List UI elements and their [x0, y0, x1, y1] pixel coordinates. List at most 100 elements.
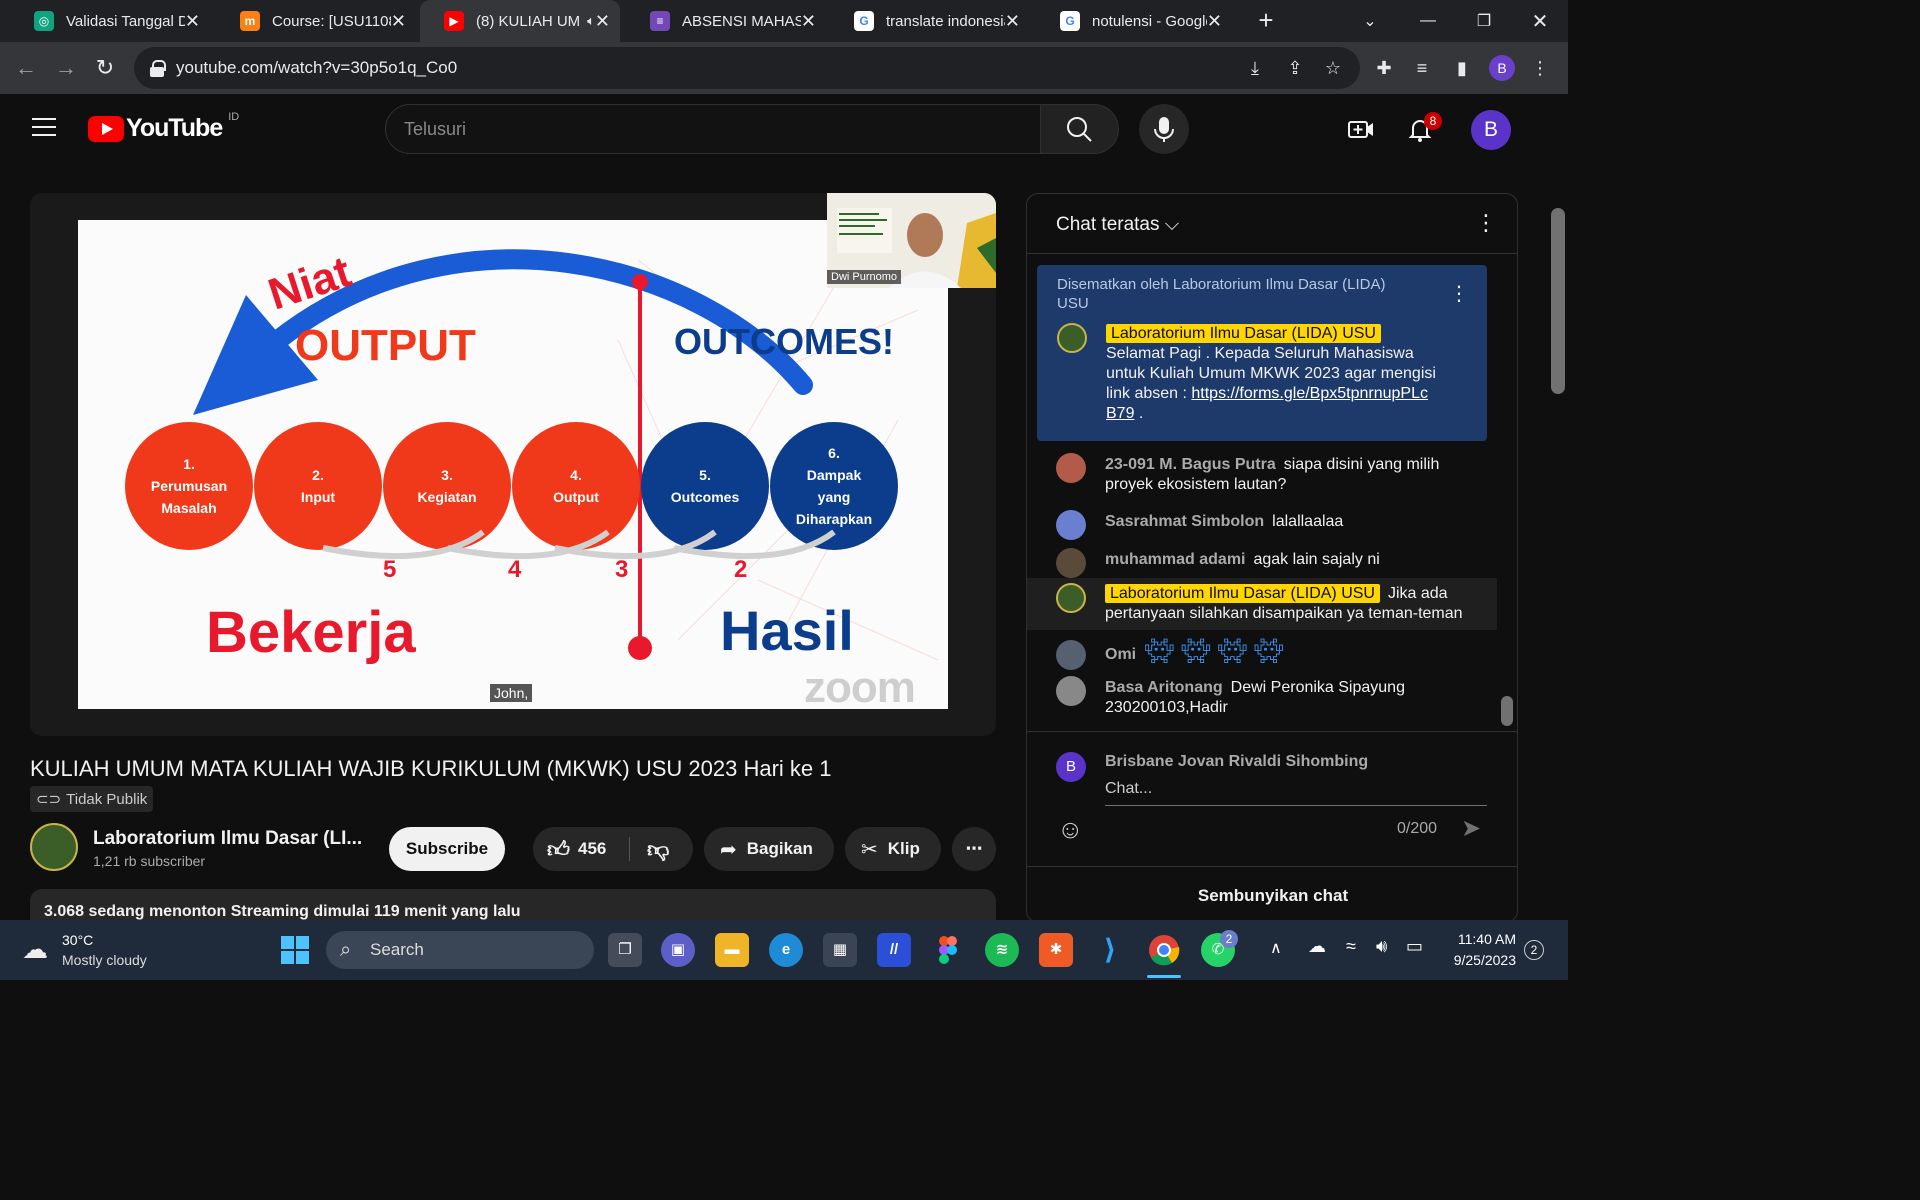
restore-button[interactable]: ❐: [1456, 0, 1512, 42]
chat-author-avatar[interactable]: [1056, 548, 1086, 578]
tab-close-icon[interactable]: ✕: [1207, 11, 1222, 32]
weather-desc[interactable]: Mostly cloudy: [62, 952, 147, 968]
clock-time[interactable]: 11:40 AM: [1446, 931, 1516, 947]
tab-close-icon[interactable]: ✕: [1005, 11, 1020, 32]
more-actions-icon[interactable]: ⋯: [952, 827, 996, 871]
vscode-icon[interactable]: ⟩: [1093, 933, 1127, 967]
like-icon[interactable]: 👍︎: [547, 836, 570, 863]
like-count[interactable]: 456: [578, 839, 606, 859]
chat-message[interactable]: Laboratorium Ilmu Dasar (LIDA) USU Jika a…: [1027, 578, 1497, 630]
forward-icon[interactable]: →: [54, 56, 78, 80]
minimize-button[interactable]: —: [1400, 0, 1456, 42]
extensions-icon[interactable]: ✚: [1372, 56, 1396, 80]
chat-message[interactable]: Sasrahmat Simbolon lalallaalaa: [1027, 510, 1497, 542]
install-icon[interactable]: ⤓: [1244, 57, 1266, 79]
teams-chat-icon[interactable]: ▣: [661, 933, 695, 967]
weather-cloud-icon[interactable]: ☁: [22, 934, 48, 965]
chat-author-avatar[interactable]: [1056, 510, 1086, 540]
chat-menu-icon[interactable]: ⋮: [1475, 210, 1497, 236]
voice-search-button[interactable]: [1139, 104, 1189, 154]
postman-like-icon[interactable]: ✱: [1039, 933, 1073, 967]
task-view-icon[interactable]: ❐: [608, 933, 642, 967]
chat-author-avatar[interactable]: [1056, 583, 1086, 613]
chat-author-avatar[interactable]: [1056, 676, 1086, 706]
chat-author[interactable]: Laboratorium Ilmu Dasar (LIDA) USU: [1105, 584, 1380, 603]
search-button[interactable]: [1041, 104, 1119, 154]
share-icon[interactable]: ⇪: [1284, 57, 1306, 79]
tray-chevron-icon[interactable]: ∧: [1270, 938, 1282, 958]
browser-tab[interactable]: ≡ ABSENSI MAHASIS✕: [626, 0, 826, 42]
chat-message[interactable]: 23-091 M. Bagus Putra siapa disini yang m…: [1027, 453, 1497, 505]
chrome-icon[interactable]: [1147, 933, 1181, 967]
code-app-icon[interactable]: //: [877, 933, 911, 967]
clock-date[interactable]: 9/25/2023: [1436, 952, 1516, 968]
chat-author[interactable]: 23-091 M. Bagus Putra: [1105, 456, 1276, 473]
pinned-menu-icon[interactable]: ⋮: [1449, 281, 1469, 306]
browser-tab[interactable]: ◎ Validasi Tanggal Da ✕: [10, 0, 210, 42]
chat-author-avatar[interactable]: [1056, 640, 1086, 670]
close-window-button[interactable]: ✕: [1512, 0, 1568, 42]
browser-tab[interactable]: Gnotulensi - Google ✕: [1036, 0, 1232, 42]
wifi-icon[interactable]: ≈: [1346, 936, 1356, 957]
chat-input[interactable]: Chat...: [1105, 780, 1487, 806]
send-icon[interactable]: ➤: [1461, 814, 1481, 843]
tab-close-icon[interactable]: ✕: [185, 11, 200, 32]
chat-message[interactable]: Basa Aritonang Dewi Peronika Sipayung 230…: [1027, 676, 1497, 724]
search-input[interactable]: Telusuri: [385, 104, 1041, 154]
tab-audio-icon[interactable]: 🔈︎: [587, 13, 595, 29]
edge-icon[interactable]: e: [769, 933, 803, 967]
taskbar-search[interactable]: ⌕ Search: [326, 931, 594, 969]
chat-mode-dropdown[interactable]: Chat teratas ⌵: [1056, 214, 1179, 236]
notification-center-badge[interactable]: 2: [1524, 940, 1544, 960]
page-scrollbar-thumb[interactable]: [1551, 208, 1565, 394]
side-panel-icon[interactable]: ▮: [1450, 56, 1474, 80]
volume-icon[interactable]: 🔊︎: [1376, 936, 1387, 957]
chat-author[interactable]: Omi: [1105, 646, 1136, 663]
store-icon[interactable]: ▦: [823, 933, 857, 967]
media-controls-icon[interactable]: ≡: [1410, 56, 1434, 80]
browser-tab[interactable]: m Course: [USU1108] ✕: [216, 0, 416, 42]
subscribe-button[interactable]: Subscribe: [389, 827, 505, 871]
spotify-icon[interactable]: ≋: [985, 933, 1019, 967]
emoji-icon[interactable]: ☺: [1057, 814, 1084, 845]
windows-start-icon[interactable]: [278, 933, 312, 967]
onedrive-icon[interactable]: ☁: [1308, 936, 1326, 957]
dislike-icon[interactable]: 👎︎: [647, 836, 669, 863]
create-video-icon[interactable]: [1346, 114, 1376, 144]
back-icon[interactable]: ←: [14, 56, 38, 80]
tab-close-icon[interactable]: ✕: [391, 11, 406, 32]
channel-name[interactable]: Laboratorium Ilmu Dasar (LI...: [93, 828, 362, 850]
chat-author[interactable]: Sasrahmat Simbolon: [1105, 513, 1264, 530]
battery-icon[interactable]: ▭: [1406, 936, 1423, 957]
browser-profile-avatar[interactable]: B: [1489, 55, 1515, 81]
chat-author[interactable]: muhammad adami: [1105, 551, 1245, 568]
chat-author[interactable]: Basa Aritonang: [1105, 679, 1223, 696]
file-explorer-icon[interactable]: ▬: [715, 933, 749, 967]
figma-icon[interactable]: [931, 933, 965, 967]
chrome-menu-icon[interactable]: ⋮: [1528, 56, 1552, 80]
share-button[interactable]: ➦ Bagikan: [704, 827, 834, 871]
chat-message[interactable]: muhammad adami agak lain sajaly ni: [1027, 548, 1497, 580]
chat-scrollbar[interactable]: [1501, 696, 1513, 726]
browser-tab[interactable]: ▶ (8) KULIAH UM 🔈︎ ✕: [420, 0, 620, 42]
youtube-logo[interactable]: YouTube ID: [88, 111, 239, 143]
chat-message[interactable]: Omi 👾︎ 👾︎ 👾︎ 👾︎: [1027, 640, 1497, 672]
clip-button[interactable]: ✂ Klip: [845, 827, 941, 871]
reload-icon[interactable]: ↻: [93, 56, 117, 80]
account-avatar[interactable]: B: [1471, 110, 1511, 150]
description-box[interactable]: 3.068 sedang menonton Streaming dimulai …: [30, 889, 996, 920]
browser-tab[interactable]: Gtranslate indonesia ✕: [830, 0, 1030, 42]
address-bar[interactable]: youtube.com/watch?v=30p5o1q_Co0 ⤓ ⇪ ☆: [134, 47, 1360, 89]
chat-author-avatar[interactable]: [1056, 453, 1086, 483]
new-tab-button[interactable]: +: [1252, 6, 1280, 34]
weather-temp[interactable]: 30°C: [62, 932, 93, 948]
channel-avatar[interactable]: [30, 823, 78, 871]
bookmark-star-icon[interactable]: ☆: [1322, 57, 1344, 79]
menu-icon[interactable]: [32, 118, 56, 138]
page-scrollbar[interactable]: [1548, 188, 1568, 920]
video-player[interactable]: Niat OUTPUT OUTCOMES! 1. Perumusan Masalah…: [30, 193, 996, 736]
tab-close-icon[interactable]: ✕: [801, 11, 816, 32]
tab-close-icon[interactable]: ✕: [595, 11, 610, 32]
tab-search-icon[interactable]: ⌄: [1342, 0, 1398, 42]
hide-chat-button[interactable]: Sembunyikan chat: [1027, 866, 1517, 920]
